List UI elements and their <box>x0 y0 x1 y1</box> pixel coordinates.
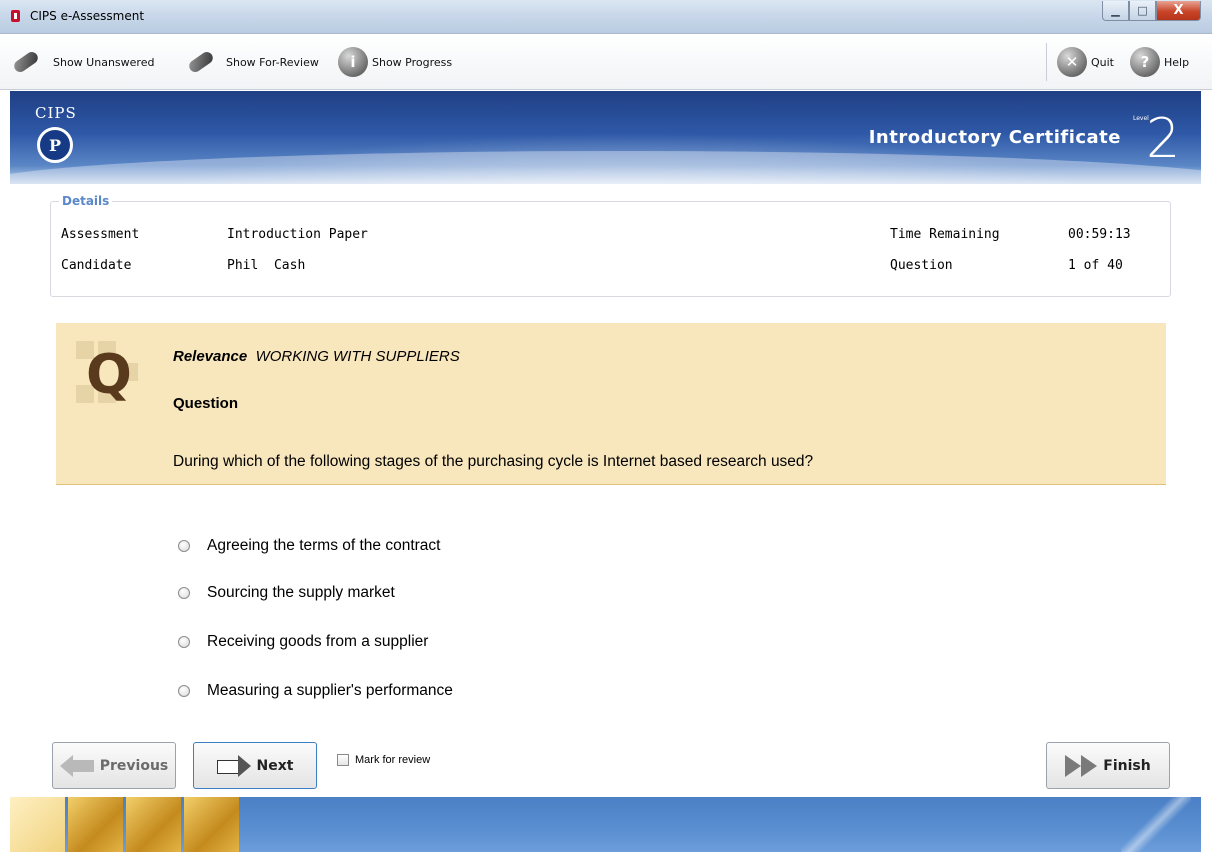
cips-wordmark: CIPS <box>35 104 77 122</box>
close-icon: X <box>1173 3 1184 18</box>
details-legend: Details <box>59 194 113 208</box>
radio-button[interactable] <box>178 685 190 697</box>
answer-option-label: Sourcing the supply market <box>207 584 395 601</box>
question-heading: Question <box>173 395 239 412</box>
info-icon: i <box>338 47 368 77</box>
answer-option-3[interactable]: Receiving goods from a supplier <box>178 633 428 651</box>
certificate-title: Introductory Certificate <box>868 127 1121 148</box>
assessment-value: Introduction Paper <box>227 227 368 242</box>
question-count-value: 1 of 40 <box>1068 258 1123 273</box>
maximize-icon: □ <box>1137 4 1148 17</box>
cips-app-icon <box>11 10 20 22</box>
minimize-button[interactable]: ▁ <box>1102 1 1129 21</box>
question-panel: Q Relevance WORKING WITH SUPPLIERS Quest… <box>56 323 1166 485</box>
assessment-label: Assessment <box>61 227 140 242</box>
details-panel: Details Assessment Introduction Paper Ca… <box>50 194 1171 297</box>
relevance-label: Relevance <box>173 348 248 365</box>
arrow-right-icon <box>216 754 251 777</box>
toolbar: Show Unanswered Show For-Review i Show P… <box>0 35 1212 90</box>
time-remaining-label: Time Remaining <box>890 227 1000 242</box>
close-button[interactable]: X <box>1156 1 1201 21</box>
question-icon: ? <box>1130 47 1160 77</box>
relevance-value: WORKING WITH SUPPLIERS <box>255 348 460 365</box>
fast-forward-icon <box>1065 754 1098 777</box>
next-button[interactable]: Next <box>193 742 317 789</box>
previous-label: Previous <box>99 757 169 774</box>
cips-logo: P <box>37 127 73 163</box>
answer-option-label: Measuring a supplier's performance <box>207 682 453 699</box>
quit-label: Quit <box>1091 55 1114 69</box>
quit-button[interactable]: ✕ Quit <box>1057 47 1114 77</box>
show-for-review-button[interactable]: Show For-Review <box>186 47 319 77</box>
previous-button[interactable]: Previous <box>52 742 176 789</box>
minimize-icon: ▁ <box>1111 4 1120 17</box>
help-button[interactable]: ? Help <box>1130 47 1189 77</box>
answer-option-1[interactable]: Agreeing the terms of the contract <box>178 537 440 555</box>
footer-band <box>10 797 1201 852</box>
question-text: During which of the following stages of … <box>173 453 814 470</box>
show-for-review-label: Show For-Review <box>226 55 319 69</box>
finish-button[interactable]: Finish <box>1046 742 1170 789</box>
pencil-eraser-icon <box>11 49 41 75</box>
window-title-bar: CIPS e-Assessment ▁ □ X <box>0 0 1212 34</box>
level-number: 2 <box>1146 107 1181 170</box>
window-title: CIPS e-Assessment <box>30 9 145 23</box>
maximize-button[interactable]: □ <box>1129 1 1156 21</box>
q-letter: Q <box>86 343 132 406</box>
question-q-icon: Q <box>76 341 138 411</box>
toolbar-separator <box>1046 43 1047 81</box>
answer-option-label: Agreeing the terms of the contract <box>207 537 441 554</box>
question-count-label: Question <box>890 258 953 273</box>
candidate-label: Candidate <box>61 258 132 273</box>
mark-for-review-checkbox[interactable] <box>337 754 349 766</box>
answer-option-label: Receiving goods from a supplier <box>207 633 429 650</box>
radio-button[interactable] <box>178 636 190 648</box>
candidate-value: Phil Cash <box>227 258 306 273</box>
show-progress-label: Show Progress <box>372 55 453 69</box>
level-word: Level <box>1133 115 1149 122</box>
puzzle-x-icon: ✕ <box>1057 47 1087 77</box>
mark-for-review-label: Mark for review <box>355 754 431 766</box>
certificate-banner: CIPS P Introductory Certificate Level 2 <box>10 91 1201 184</box>
banner-shine <box>10 151 1201 184</box>
footer-tiles <box>10 797 242 852</box>
footer-streak <box>1121 797 1191 852</box>
mark-for-review-toggle[interactable]: Mark for review <box>337 754 430 766</box>
window-controls: ▁ □ X <box>1102 1 1201 21</box>
radio-button[interactable] <box>178 587 190 599</box>
next-label: Next <box>256 757 294 774</box>
finish-label: Finish <box>1103 757 1151 774</box>
answer-option-4[interactable]: Measuring a supplier's performance <box>178 682 453 700</box>
answer-option-2[interactable]: Sourcing the supply market <box>178 584 395 602</box>
radio-button[interactable] <box>178 540 190 552</box>
arrow-left-icon <box>59 754 94 777</box>
time-remaining-value: 00:59:13 <box>1068 227 1131 242</box>
show-unanswered-label: Show Unanswered <box>53 55 155 69</box>
show-progress-button[interactable]: i Show Progress <box>338 47 452 77</box>
pencil-star-icon <box>186 49 216 75</box>
help-label: Help <box>1164 55 1190 69</box>
relevance-line: Relevance WORKING WITH SUPPLIERS <box>173 348 460 365</box>
show-unanswered-button[interactable]: Show Unanswered <box>11 47 155 77</box>
